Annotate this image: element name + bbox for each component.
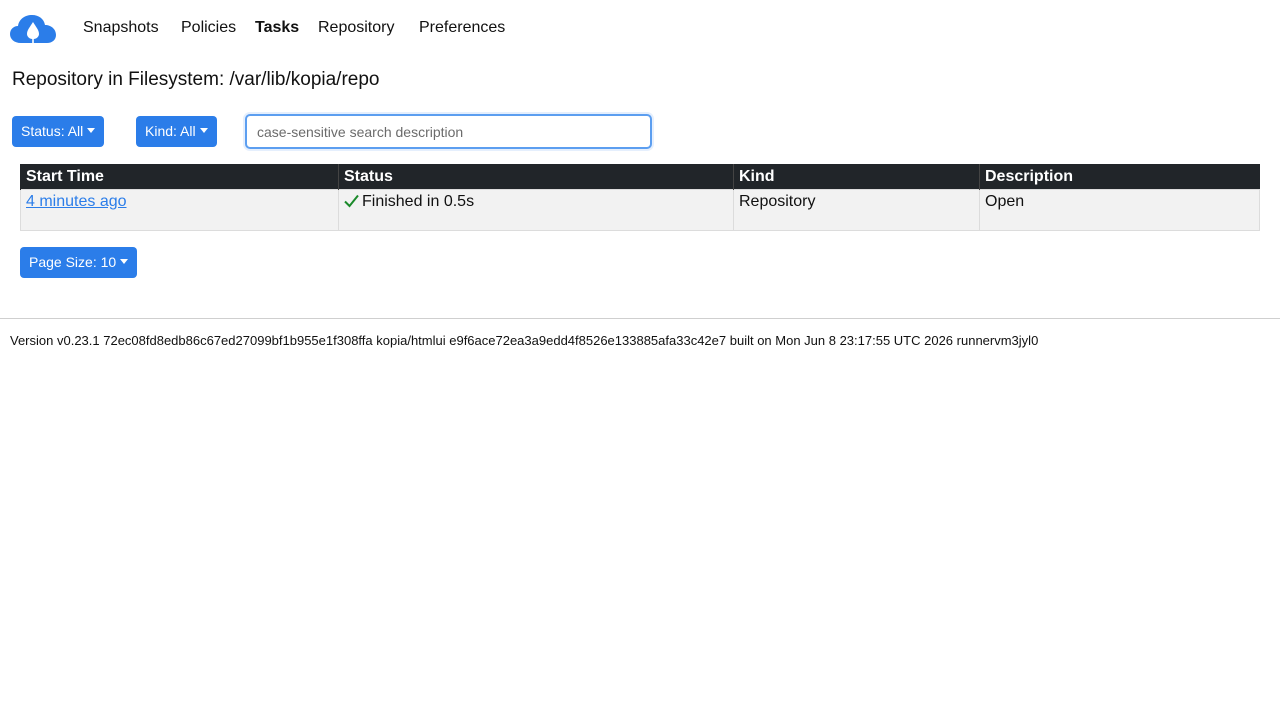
caret-down-icon <box>199 128 208 133</box>
caret-down-icon <box>87 128 96 133</box>
nav-snapshots-link[interactable]: Snapshots <box>83 19 159 37</box>
nav-repository-link[interactable]: Repository <box>318 19 394 37</box>
task-kind-text: Repository <box>739 193 816 210</box>
tasks-table: Start Time Status Kind Description 4 min… <box>20 164 1260 231</box>
task-status-text: Finished in 0.5s <box>362 193 475 210</box>
status-filter-dropdown[interactable]: Status: All <box>12 116 105 147</box>
version-footer: Version v0.23.1 72ec08fd8edb86c67ed27099… <box>10 333 1039 348</box>
nav-preferences-link[interactable]: Preferences <box>419 19 505 37</box>
column-header-status[interactable]: Status <box>338 164 734 190</box>
nav-policies-link[interactable]: Policies <box>181 19 236 37</box>
caret-down-icon <box>120 259 129 264</box>
task-start-time-link[interactable]: 4 minutes ago <box>26 193 127 210</box>
column-header-description[interactable]: Description <box>979 164 1260 190</box>
status-filter-label: Status: All <box>21 123 84 139</box>
kopia-cloud-logo-icon[interactable] <box>10 14 56 44</box>
task-description-text: Open <box>985 193 1025 210</box>
page-size-label: Page Size: 10 <box>29 254 117 270</box>
page-title: Repository in Filesystem: /var/lib/kopia… <box>12 69 380 90</box>
description-cell: Open <box>979 189 1260 231</box>
table-header-row: Start Time Status Kind Description <box>20 164 1260 190</box>
column-header-start-time[interactable]: Start Time <box>20 164 339 190</box>
table-row: 4 minutes ago Finished in 0.5s Repositor… <box>20 189 1260 231</box>
column-header-kind[interactable]: Kind <box>733 164 980 190</box>
kind-filter-dropdown[interactable]: Kind: All <box>136 116 217 147</box>
top-navbar: Snapshots Policies Tasks Repository Pref… <box>0 0 1280 58</box>
page-size-dropdown[interactable]: Page Size: 10 <box>20 247 138 278</box>
kind-cell: Repository <box>733 189 980 231</box>
start-time-cell: 4 minutes ago <box>20 189 339 231</box>
check-icon <box>344 194 359 208</box>
kind-filter-label: Kind: All <box>145 123 196 139</box>
nav-tasks-link[interactable]: Tasks <box>255 19 299 37</box>
search-description-input[interactable] <box>245 114 652 149</box>
footer-divider <box>0 318 1280 319</box>
status-cell: Finished in 0.5s <box>338 189 734 231</box>
